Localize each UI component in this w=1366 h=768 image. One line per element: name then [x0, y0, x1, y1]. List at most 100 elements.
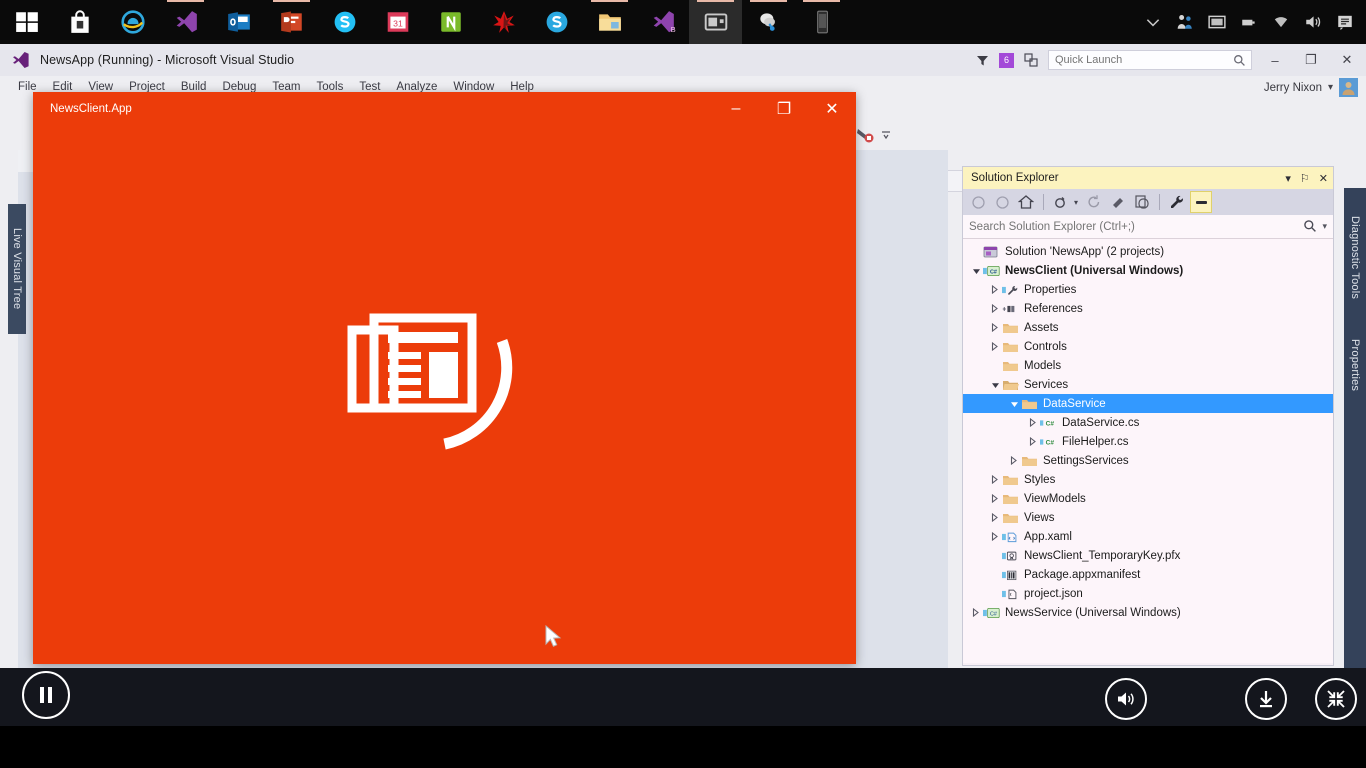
tree-node[interactable]: ViewModels: [963, 489, 1333, 508]
taskbar-phone[interactable]: [795, 0, 848, 44]
taskbar-onenote[interactable]: [424, 0, 477, 44]
chevron-right-icon[interactable]: [969, 608, 983, 617]
taskbar-calendar[interactable]: 31: [371, 0, 424, 44]
tree-node[interactable]: Assets: [963, 318, 1333, 337]
tree-node[interactable]: App.xaml: [963, 527, 1333, 546]
se-dropdown-button[interactable]: ▾: [1285, 172, 1291, 185]
volume-button[interactable]: [1105, 678, 1147, 720]
search-input[interactable]: [969, 220, 1269, 233]
taskbar-skype-business[interactable]: [530, 0, 583, 44]
taskbar-file-explorer[interactable]: [583, 0, 636, 44]
se-show-all-files-button[interactable]: [1050, 191, 1072, 213]
play-pause-button[interactable]: [22, 671, 70, 719]
solution-tree[interactable]: Solution 'NewsApp' (2 projects) C# NewsCli…: [963, 239, 1333, 663]
certificate-icon: [1002, 549, 1019, 563]
taskbar-snip[interactable]: [477, 0, 530, 44]
chevron-right-icon[interactable]: [1026, 418, 1040, 427]
tree-node[interactable]: Solution 'NewsApp' (2 projects): [963, 242, 1333, 261]
screen-root: 31 B NewsApp (Running) - Microsoft Visual…: [0, 0, 1366, 768]
tree-node[interactable]: project.json: [963, 584, 1333, 603]
se-back-button[interactable]: [967, 191, 989, 213]
chevron-right-icon[interactable]: [988, 475, 1002, 484]
chevron-down-icon[interactable]: [1007, 400, 1021, 408]
se-close-button[interactable]: ✕: [1319, 172, 1328, 185]
windows-logo-icon: [15, 12, 38, 32]
sidebar-tab-diagnostic-tools[interactable]: Diagnostic Tools: [1346, 202, 1364, 314]
chevron-up-icon[interactable]: [1144, 13, 1162, 31]
taskbar-store[interactable]: [53, 0, 106, 44]
se-forward-button[interactable]: [991, 191, 1013, 213]
search-icon[interactable]: [1303, 219, 1317, 233]
speaker-icon[interactable]: [1304, 13, 1322, 31]
se-view-toggle-button[interactable]: [1190, 191, 1213, 213]
tree-node[interactable]: Properties: [963, 280, 1333, 299]
taskbar-paint[interactable]: [742, 0, 795, 44]
toolbar-overflow-icon[interactable]: [879, 127, 893, 141]
chevron-down-icon[interactable]: ▾: [1328, 82, 1333, 93]
download-button[interactable]: [1245, 678, 1287, 720]
player-control-bar: [0, 668, 1366, 726]
chevron-right-icon[interactable]: [988, 532, 1002, 541]
tree-node[interactable]: C# NewsService (Universal Windows): [963, 603, 1333, 622]
se-properties-button[interactable]: [1166, 191, 1188, 213]
chevron-right-icon[interactable]: [988, 323, 1002, 332]
quick-launch-box[interactable]: [1048, 50, 1252, 70]
taskbar-powerpoint[interactable]: [265, 0, 318, 44]
battery-icon[interactable]: [1240, 13, 1258, 31]
chevron-right-icon[interactable]: [988, 304, 1002, 313]
wifi-icon[interactable]: [1272, 13, 1290, 31]
se-pin-button[interactable]: ⚐: [1300, 172, 1310, 185]
se-preview-selected-button[interactable]: [1131, 191, 1153, 213]
tree-node[interactable]: NewsClient_TemporaryKey.pfx: [963, 546, 1333, 565]
taskbar-outlook[interactable]: [212, 0, 265, 44]
chevron-right-icon[interactable]: [988, 513, 1002, 522]
taskbar-skype[interactable]: [318, 0, 371, 44]
se-home-button[interactable]: [1015, 191, 1037, 213]
chevron-down-icon[interactable]: ▾: [1074, 198, 1078, 207]
stop-debug-icon[interactable]: [855, 124, 875, 144]
chevron-down-icon[interactable]: [969, 267, 983, 275]
sidebar-tab-properties[interactable]: Properties: [1346, 324, 1364, 406]
taskbar-internet-explorer[interactable]: [106, 0, 159, 44]
notification-icon[interactable]: [1336, 13, 1354, 31]
se-refresh-button[interactable]: [1083, 191, 1105, 213]
quick-launch-input[interactable]: [1055, 54, 1225, 66]
notification-badge[interactable]: 6: [999, 52, 1014, 68]
solution-explorer-search[interactable]: ▾: [963, 215, 1333, 239]
taskbar-visual-studio-blend[interactable]: B: [636, 0, 689, 44]
tree-node[interactable]: DataService: [963, 394, 1333, 413]
chevron-right-icon[interactable]: [988, 285, 1002, 294]
tree-node[interactable]: SettingsServices: [963, 451, 1333, 470]
people-icon[interactable]: [1176, 13, 1194, 31]
chevron-down-icon[interactable]: ▾: [1322, 221, 1327, 232]
tree-node[interactable]: C# FileHelper.cs: [963, 432, 1333, 451]
vs-account-area[interactable]: Jerry Nixon ▾: [1264, 78, 1358, 97]
tree-node[interactable]: Models: [963, 356, 1333, 375]
sidebar-tab-live-visual-tree[interactable]: Live Visual Tree: [8, 204, 26, 334]
filter-icon[interactable]: [976, 54, 989, 67]
se-collapse-all-button[interactable]: [1107, 191, 1129, 213]
tree-node[interactable]: Controls: [963, 337, 1333, 356]
tree-node[interactable]: Styles: [963, 470, 1333, 489]
tree-node[interactable]: C# NewsClient (Universal Windows): [963, 261, 1333, 280]
chevron-right-icon[interactable]: [1026, 437, 1040, 446]
tree-node[interactable]: References: [963, 299, 1333, 318]
vs-restore-button[interactable]: ❐: [1298, 48, 1324, 72]
chevron-right-icon[interactable]: [1007, 456, 1021, 465]
fullscreen-exit-button[interactable]: [1315, 678, 1357, 720]
tree-node[interactable]: Views: [963, 508, 1333, 527]
display-icon[interactable]: [1208, 13, 1226, 31]
feedback-icon[interactable]: [1024, 53, 1038, 67]
vs-close-button[interactable]: ✕: [1334, 48, 1360, 72]
chevron-down-icon[interactable]: [988, 381, 1002, 389]
tree-node[interactable]: Package.appxmanifest: [963, 565, 1333, 584]
vs-minimize-button[interactable]: –: [1262, 48, 1288, 72]
tree-node[interactable]: Services: [963, 375, 1333, 394]
avatar[interactable]: [1339, 78, 1358, 97]
start-button[interactable]: [0, 0, 53, 44]
chevron-right-icon[interactable]: [988, 494, 1002, 503]
taskbar-visual-studio[interactable]: [159, 0, 212, 44]
tree-node[interactable]: C# DataService.cs: [963, 413, 1333, 432]
chevron-right-icon[interactable]: [988, 342, 1002, 351]
taskbar-app-window[interactable]: [689, 0, 742, 44]
